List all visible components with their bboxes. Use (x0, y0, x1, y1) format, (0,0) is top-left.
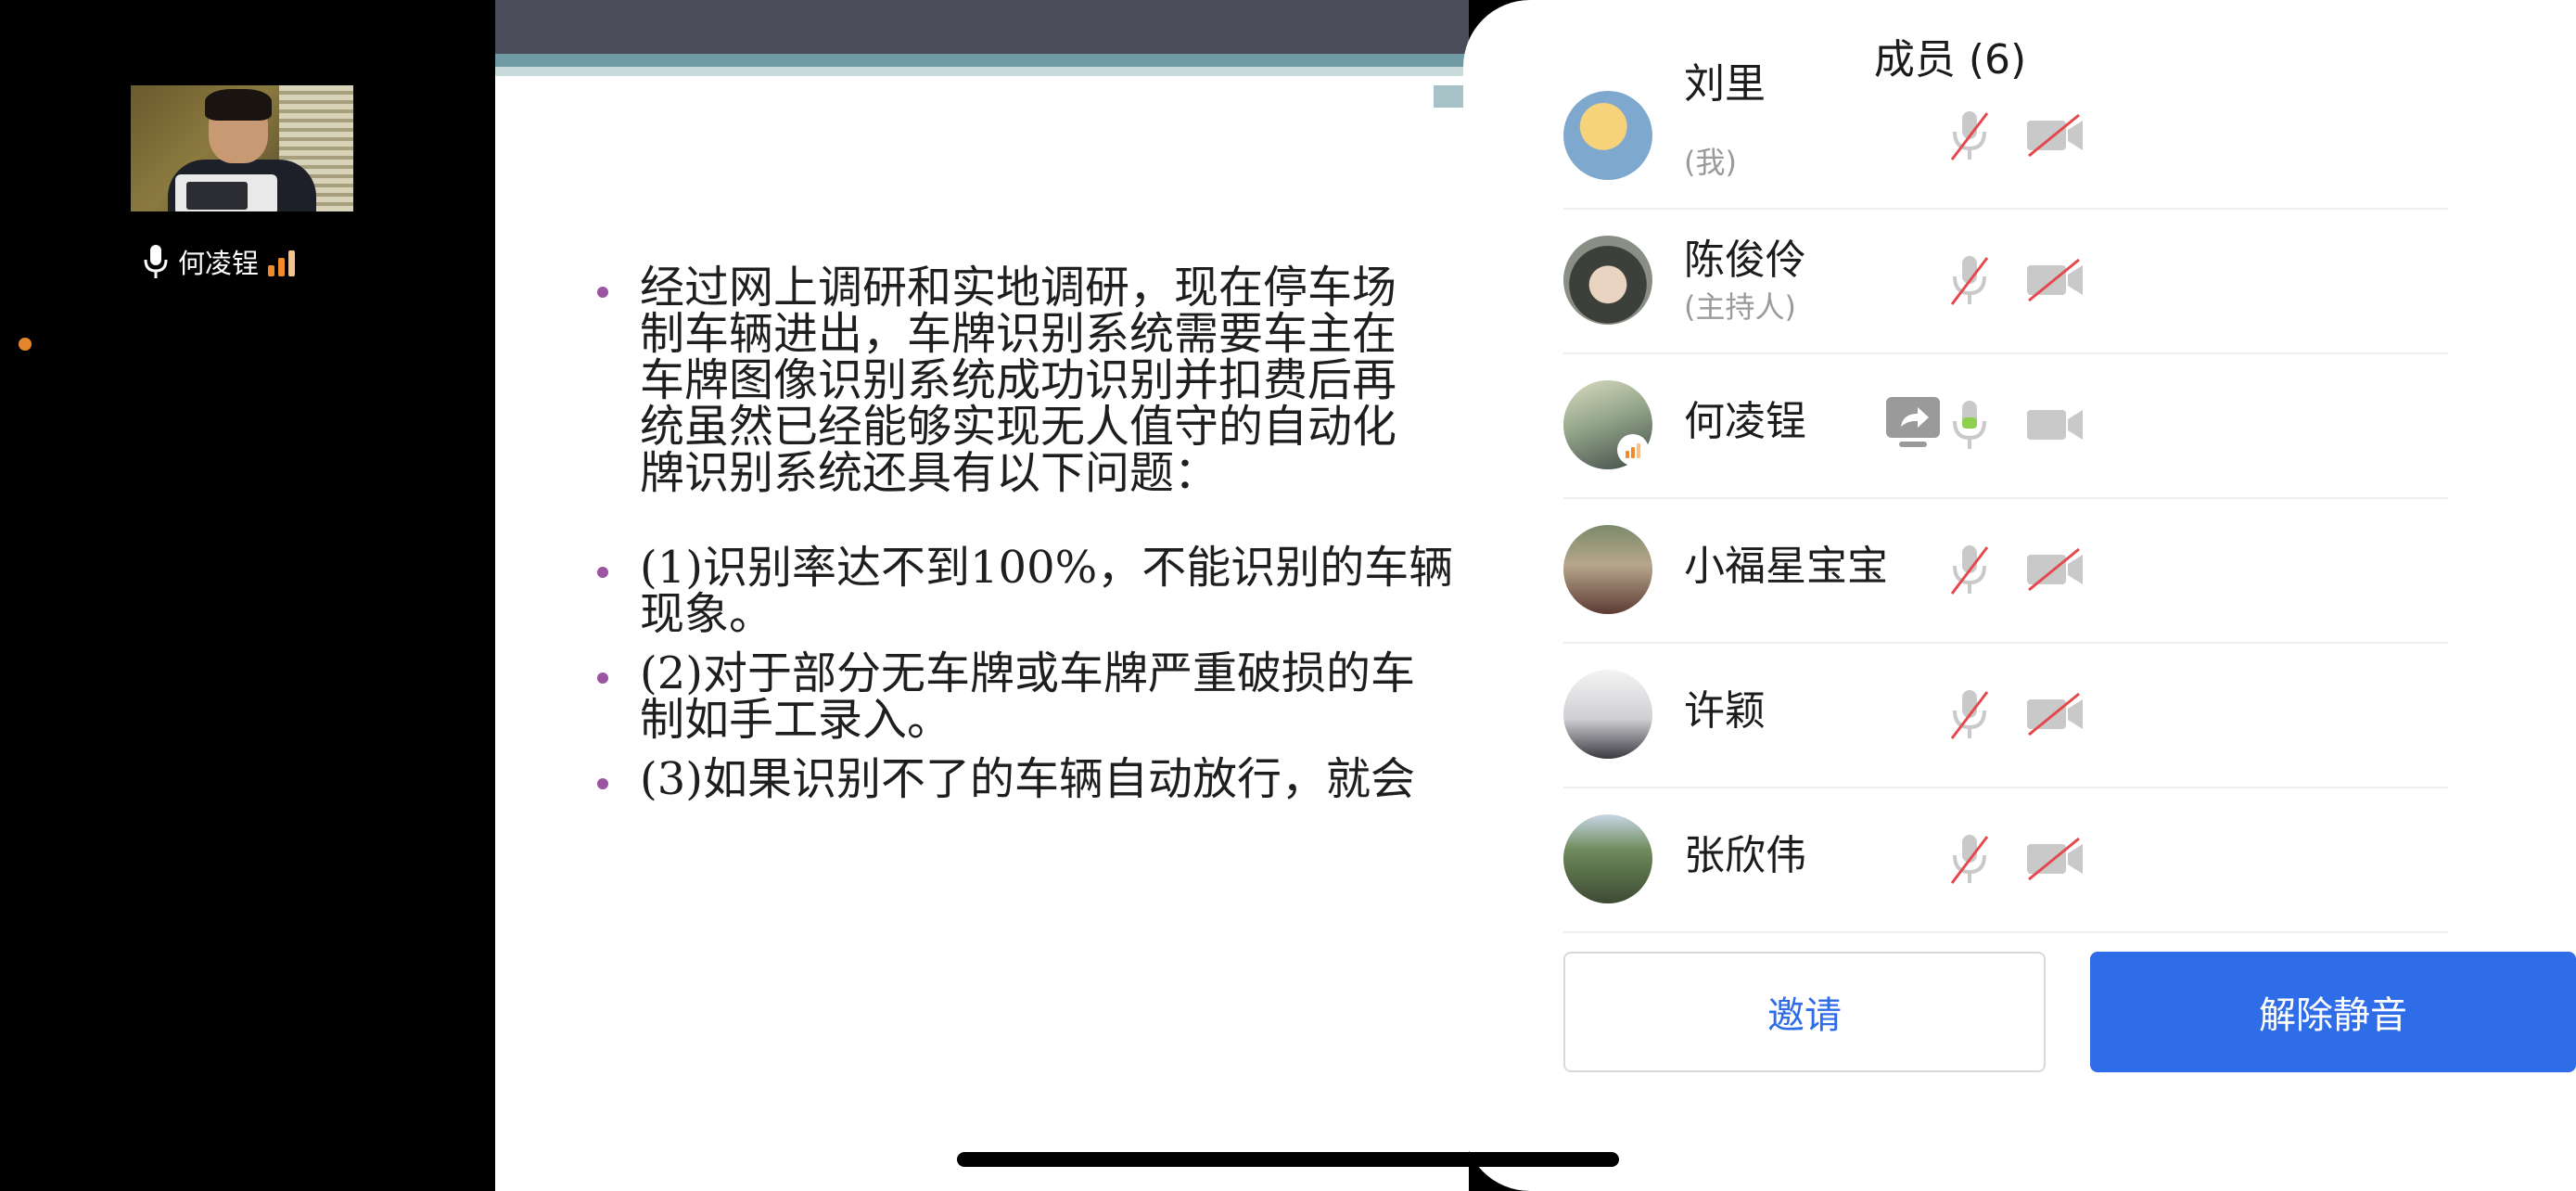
video-off-icon[interactable] (2025, 690, 2086, 738)
signal-strength-icon (268, 247, 296, 276)
member-row[interactable]: 张欣伟 (1563, 787, 2448, 933)
slide-text-line: 牌识别系统还具有以下问题： (640, 447, 1219, 499)
member-row[interactable]: 许颖 (1563, 642, 2448, 788)
member-row[interactable]: 陈俊伶 (主持人) (1563, 208, 2448, 354)
person-hair (205, 89, 272, 121)
device-screen (186, 182, 248, 210)
notification-dot (19, 338, 32, 351)
slide-text-line: 制如手工录入。 (640, 694, 952, 746)
slide-text-line: (1)识别率达不到100%，不能识别的车辆 (640, 542, 1454, 594)
microphone-muted-icon[interactable] (1948, 250, 1991, 310)
members-panel: 成员 (6) 刘里 (我) 陈俊伶 (主持人) 何凌锃 小福星宝宝 许颖 张欣伟… (1463, 0, 2576, 1191)
slide-header-band (495, 0, 1469, 54)
microphone-icon (143, 243, 169, 280)
avatar (1563, 91, 1652, 180)
bullet-dot (597, 567, 608, 578)
microphone-icon[interactable] (1948, 395, 1991, 455)
microphone-muted-icon[interactable] (1948, 540, 1991, 599)
slide-text-line: 经过网上调研和实地调研，现在停车场 (640, 262, 1397, 314)
bullet-dot (597, 672, 608, 684)
member-name: 许颖 (1684, 687, 1766, 735)
video-camera-icon[interactable] (2025, 401, 2086, 449)
slide-text-line: (2)对于部分无车牌或车牌严重破损的车 (640, 647, 1415, 699)
video-off-icon[interactable] (2025, 545, 2086, 594)
microphone-muted-icon[interactable] (1948, 685, 1991, 744)
participant-name: 何凌锃 (178, 248, 260, 279)
member-row[interactable]: 何凌锃 (1563, 352, 2448, 499)
slide-text-line: 统虽然已经能够实现无人值守的自动化 (640, 401, 1397, 453)
home-indicator[interactable] (957, 1152, 1619, 1167)
avatar (1563, 236, 1652, 325)
slide-text-line: 车牌图像识别系统成功识别并扣费后再 (640, 354, 1397, 406)
bullet-dot (597, 778, 608, 789)
slide-bullet: (3)如果识别不了的车辆自动放行，就会 (597, 753, 1469, 805)
video-off-icon[interactable] (2025, 835, 2086, 883)
slide-body-text: 经过网上调研和实地调研，现在停车场 制车辆进出，车牌识别系统需要车主在 车牌图像… (597, 262, 1469, 805)
member-row[interactable]: 小福星宝宝 (1563, 497, 2448, 644)
member-name: 陈俊伶 (1684, 237, 1806, 284)
slide-text-line: (3)如果识别不了的车辆自动放行，就会 (640, 753, 1415, 805)
slide-bullet: 经过网上调研和实地调研，现在停车场 制车辆进出，车牌识别系统需要车主在 车牌图像… (597, 262, 1469, 499)
slide-header-stripe-light (495, 67, 1469, 76)
participant-video-thumbnail[interactable] (131, 85, 353, 211)
member-role: (我) (1684, 145, 1737, 180)
video-off-icon[interactable] (2025, 256, 2086, 304)
share-screen-icon[interactable] (1884, 395, 1942, 451)
invite-button[interactable]: 邀请 (1563, 952, 2046, 1072)
member-role: (主持人) (1684, 289, 1796, 325)
member-row[interactable]: 刘里 (我) (1563, 60, 2448, 210)
avatar (1563, 670, 1652, 759)
signal-strength-icon (1617, 434, 1649, 466)
left-video-strip: 何凌锃 (0, 0, 495, 1191)
participant-label: 何凌锃 (143, 239, 296, 284)
avatar (1563, 814, 1652, 903)
avatar (1563, 525, 1652, 614)
video-off-icon[interactable] (2025, 111, 2086, 160)
member-name: 何凌锃 (1684, 398, 1806, 445)
member-name: 刘里 (1684, 60, 1766, 108)
shared-slide: 经过网上调研和实地调研，现在停车场 制车辆进出，车牌识别系统需要车主在 车牌图像… (495, 0, 1469, 1191)
bullet-dot (597, 287, 608, 298)
slide-header-stripe (495, 54, 1469, 67)
slide-text-line: 现象。 (640, 588, 774, 640)
microphone-muted-icon[interactable] (1948, 829, 1991, 889)
slide-bullet: (2)对于部分无车牌或车牌严重破损的车 制如手工录入。 (597, 647, 1469, 746)
member-name: 张欣伟 (1684, 832, 1806, 879)
unmute-button[interactable]: 解除静音 (2090, 952, 2576, 1072)
member-name: 小福星宝宝 (1684, 543, 1888, 590)
microphone-muted-icon[interactable] (1948, 106, 1991, 165)
slide-text-line: 制车辆进出，车牌识别系统需要车主在 (640, 308, 1397, 360)
slide-bullet: (1)识别率达不到100%，不能识别的车辆 现象。 (597, 542, 1469, 640)
